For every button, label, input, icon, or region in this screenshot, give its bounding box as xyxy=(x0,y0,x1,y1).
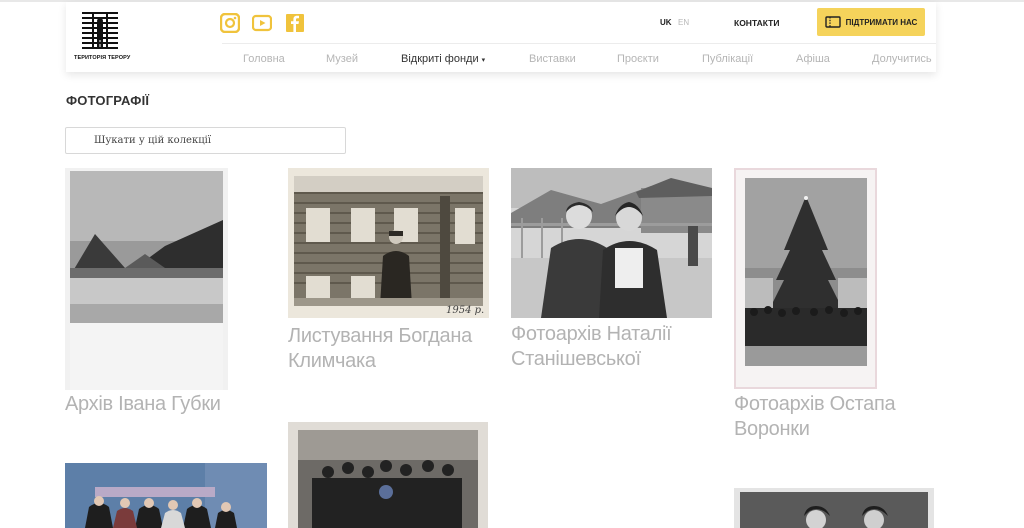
collection-card[interactable]: Архів Івана Губки xyxy=(65,168,230,423)
nav-item-exhibitions[interactable]: Виставки xyxy=(529,53,576,65)
youtube-icon[interactable] xyxy=(252,13,272,33)
collection-title[interactable]: Листування Богдана Климчака xyxy=(288,324,488,374)
collection-photo[interactable]: 1954 р. xyxy=(288,168,489,318)
collection-title[interactable]: Фотоархів Наталії Станішевської xyxy=(511,322,711,372)
nav-item-events[interactable]: Афіша xyxy=(796,53,830,65)
chevron-down-icon: ▾ xyxy=(481,57,486,64)
collection-photo[interactable] xyxy=(288,422,488,528)
collection-card[interactable]: Фотоархів Наталії Станішевської xyxy=(511,168,721,378)
collection-photo[interactable] xyxy=(734,488,934,528)
nav-item-museum[interactable]: Музей xyxy=(326,53,358,65)
logo-text: ТЕРИТОРІЯ ТЕРОРУ xyxy=(74,55,131,61)
language-uk[interactable]: UK xyxy=(660,18,672,27)
collection-photo[interactable] xyxy=(65,463,267,528)
collection-photo[interactable] xyxy=(65,168,228,390)
collection-card[interactable] xyxy=(734,488,934,528)
collection-card[interactable] xyxy=(288,422,488,528)
nav-item-open-funds[interactable]: Відкриті фонди ▾ xyxy=(401,53,485,65)
nav-divider xyxy=(222,43,936,44)
logo-mark-icon xyxy=(80,10,120,50)
collection-title[interactable]: Архів Івана Губки xyxy=(65,392,265,417)
support-button[interactable]: ПІДТРИМАТИ НАС xyxy=(817,8,925,36)
collection-card[interactable]: Фотоархів Остапа Воронки xyxy=(734,168,934,448)
instagram-icon[interactable] xyxy=(220,13,240,33)
collection-photo[interactable] xyxy=(734,168,877,389)
collection-title[interactable]: Фотоархів Остапа Воронки xyxy=(734,392,934,442)
ticket-icon xyxy=(824,16,841,28)
nav-item-home[interactable]: Головна xyxy=(243,53,285,65)
nav-item-open-funds-label: Відкриті фонди xyxy=(401,53,479,65)
nav-item-join[interactable]: Долучитись xyxy=(872,53,932,65)
facebook-icon[interactable] xyxy=(285,13,305,33)
nav-item-projects[interactable]: Проєкти xyxy=(617,53,659,65)
collection-card[interactable]: 1954 р. Листування Богдана Климчака xyxy=(288,168,498,378)
site-header: ТЕРИТОРІЯ ТЕРОРУ UK EN КОНТАКТИ ПІДТРИМА… xyxy=(66,2,936,72)
search-input[interactable] xyxy=(65,127,346,154)
page-title: ФОТОГРАФІЇ xyxy=(66,93,150,108)
photo-date-caption: 1954 р. xyxy=(446,305,484,316)
support-button-label: ПІДТРИМАТИ НАС xyxy=(845,17,918,27)
language-en[interactable]: EN xyxy=(678,18,689,27)
collection-photo[interactable] xyxy=(511,168,712,318)
site-logo[interactable]: ТЕРИТОРІЯ ТЕРОРУ xyxy=(74,8,131,66)
collection-card[interactable] xyxy=(65,463,267,528)
contacts-link[interactable]: КОНТАКТИ xyxy=(734,18,779,28)
nav-item-publications[interactable]: Публікації xyxy=(702,53,753,65)
